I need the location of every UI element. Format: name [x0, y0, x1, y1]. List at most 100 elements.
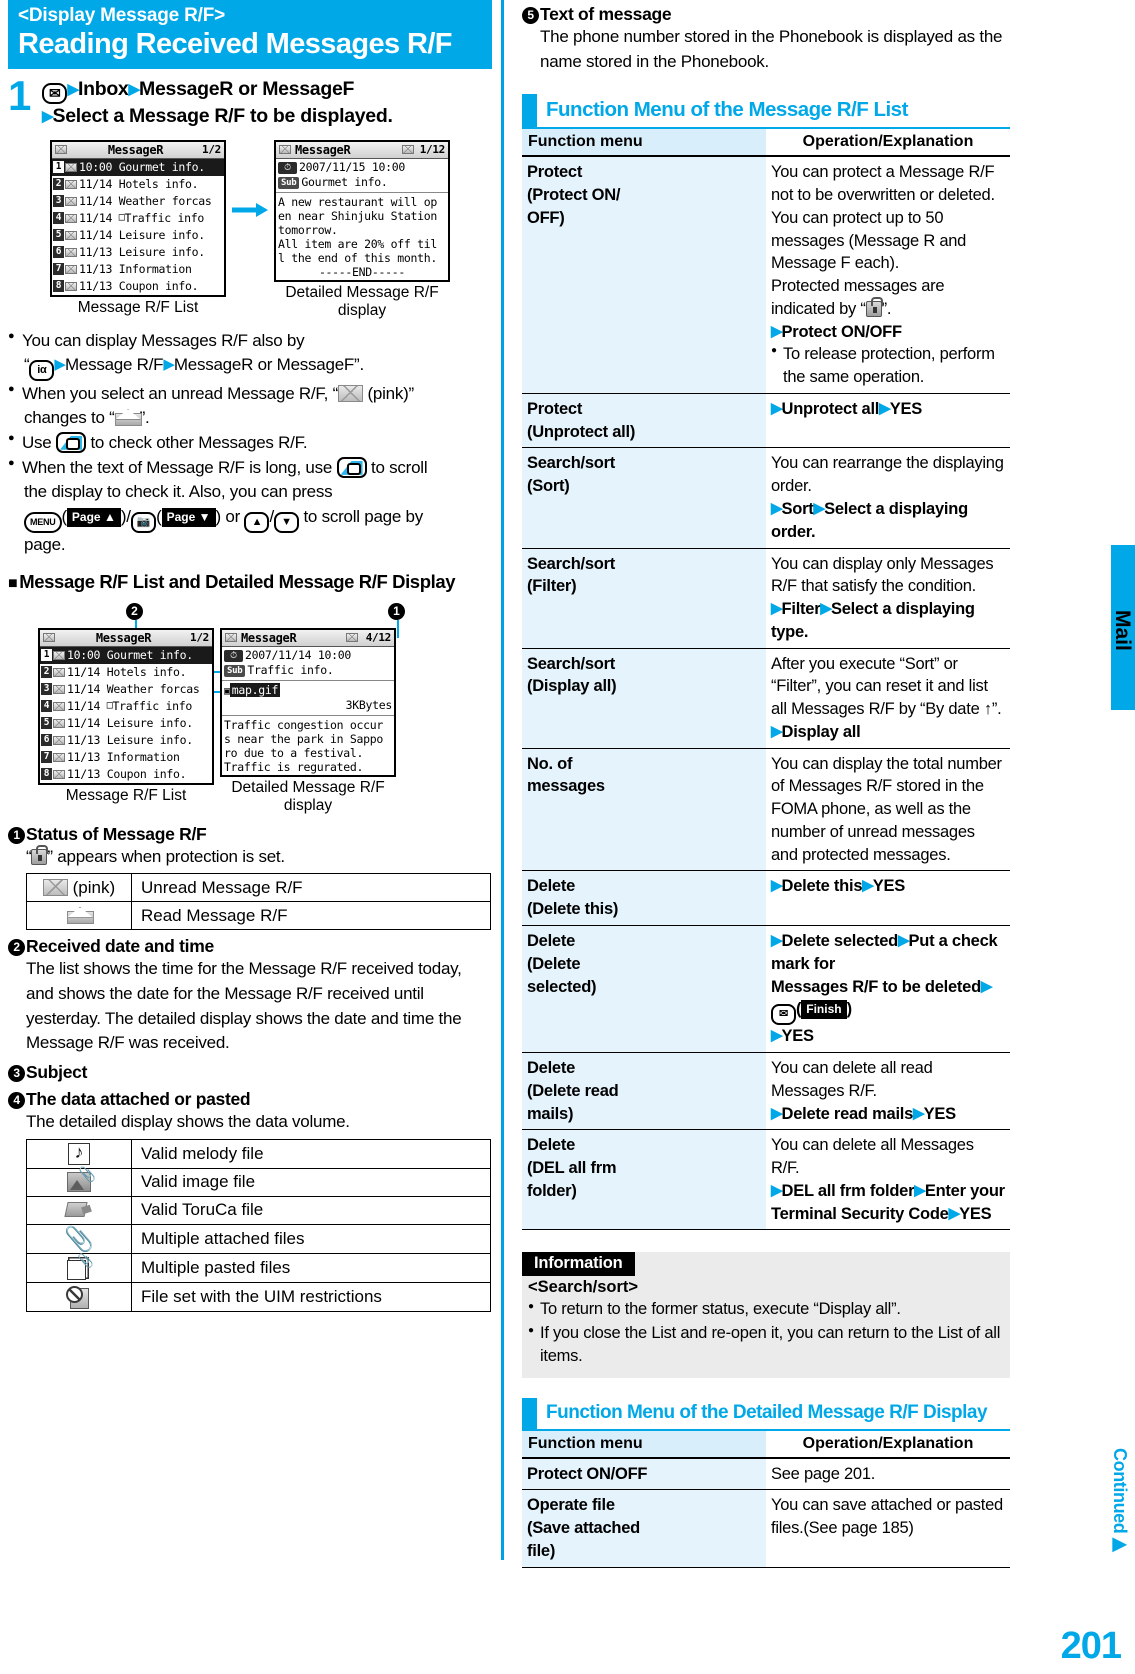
right-column: 5 Text of message The phone number stored…: [522, 0, 1010, 1568]
list-index: 6: [41, 734, 52, 747]
chapter-tab-label: Mail: [1111, 609, 1134, 651]
note-item: To release protection, perform the same …: [771, 343, 1005, 389]
menu-explanation-cell: You can protect a Message R/F not to be …: [766, 156, 1010, 394]
clock-icon: ⏱: [224, 649, 243, 662]
item-1-title: Status of Message R/F: [26, 823, 207, 844]
item-2-title: Received date and time: [26, 936, 214, 957]
callout-2-marker: 2: [126, 602, 143, 620]
callout-1-marker: 1: [388, 602, 405, 620]
attachment-icon-cell: 📎: [26, 1223, 132, 1254]
menu-line: (Protect ON/: [527, 186, 621, 205]
menu-line: Search/sort: [527, 454, 616, 473]
list-subject: Weather forcas: [106, 682, 200, 697]
body-end-marker: -----END-----: [318, 264, 406, 279]
manual-page: <Display Message R/F> Reading Received M…: [0, 0, 1135, 1674]
list-date: 11/14: [67, 699, 101, 714]
figure-caption: Detailed Message R/F display: [285, 283, 439, 320]
attachment-filename[interactable]: map.gif: [229, 682, 281, 697]
callout-2-marker: 2: [8, 939, 25, 957]
list-item[interactable]: 2 11/14 Hotels info.: [52, 176, 224, 193]
body-line: s near the park in Sappo: [224, 731, 383, 746]
list-subject: Traffic info: [124, 211, 204, 226]
attachment-label-cell: Valid melody file: [131, 1138, 491, 1169]
list-item[interactable]: 7 11/13 Information: [52, 261, 224, 278]
list-item[interactable]: 6 11/13 Leisure info.: [52, 244, 224, 261]
list-item[interactable]: 8 11/13 Coupon info.: [40, 766, 212, 783]
list-item[interactable]: 4 11/14 □ Traffic info: [52, 210, 224, 227]
col-header-operation: Operation/Explanation: [766, 129, 1010, 158]
list-date: 11/14: [79, 228, 113, 243]
list-item[interactable]: 8 11/13 Coupon info.: [52, 278, 224, 295]
envelope-open-icon: [114, 409, 142, 427]
arrow-icon: ▶: [913, 1104, 925, 1122]
operation-step: ▶Filter▶Select a displaying type.: [771, 598, 1005, 644]
list-item[interactable]: 3 11/14 Weather forcas: [40, 681, 212, 698]
list-date: 10:00: [79, 160, 113, 175]
mail-key-icon: ✉: [42, 82, 68, 104]
screen-title: MessageR: [295, 142, 351, 157]
menu-name-cell: Delete (Delete this): [522, 870, 766, 927]
list-item[interactable]: 1 10:00 Gourmet info.: [52, 158, 224, 176]
list-item[interactable]: 4 11/14 □ Traffic info: [40, 698, 212, 715]
arrow-icon: ▶: [820, 600, 832, 618]
list-subject: Hotels info.: [106, 665, 187, 680]
explanation-text: Protected messages are indicated by “: [771, 277, 945, 318]
list-item[interactable]: 5 11/14 Leisure info.: [52, 227, 224, 244]
list-item[interactable]: 6 11/13 Leisure info.: [40, 732, 212, 749]
item-4-text: The detailed display shows the data volu…: [26, 1111, 350, 1131]
table-row: Multiple pasted files: [26, 1252, 491, 1283]
list-index: 3: [53, 195, 64, 208]
operation-label: Display all: [781, 722, 861, 741]
step-select-label: Select a Message R/F to be displayed.: [52, 104, 393, 127]
list-item[interactable]: 5 11/14 Leisure info.: [40, 715, 212, 732]
operation-label: YES: [959, 1204, 992, 1223]
list-subject: Gourmet info.: [118, 160, 205, 175]
detail-attachment: ▣ map.gif 3KBytes: [222, 682, 394, 714]
screen-title: MessageR: [241, 630, 297, 645]
icon-note: (pink): [72, 877, 116, 897]
item-4-title: The data attached or pasted: [26, 1088, 251, 1109]
explanation-line: You can display only Messages R/F that s…: [771, 554, 994, 596]
phone-screen-list-2: MessageR 1/2 1 10:00 Gourmet info. 2 11/14…: [38, 627, 214, 785]
operation-step: ▶Unprotect all▶YES: [771, 398, 1005, 421]
list-index: 8: [41, 768, 52, 781]
operation-label: YES: [889, 399, 923, 418]
operation-step: ▶YES: [771, 1025, 1005, 1048]
list-subject: Information: [106, 750, 180, 765]
menu-explanation-cell: You can rearrange the displaying order. …: [766, 447, 1010, 549]
list-subject: Leisure info.: [106, 733, 193, 748]
note-text-continued: the display to check it. Also, you can p…: [24, 482, 333, 502]
note-text: to scroll: [366, 458, 428, 478]
detail-subject: Traffic info.: [247, 662, 334, 677]
notes-list-top: You can display Messages R/F also by “iα…: [8, 329, 492, 557]
menu-line: (DEL all frm: [527, 1159, 617, 1178]
chapter-title: Reading Received Messages R/F: [18, 27, 452, 60]
list-item[interactable]: 2 11/14 Hotels info.: [40, 664, 212, 681]
body-line: ro due to a festival.: [224, 745, 364, 760]
body-line: All item are 20% off til: [278, 236, 437, 251]
menu-line: messages: [527, 777, 605, 796]
attachment-icon-cell: [26, 1252, 132, 1283]
list-item[interactable]: 1 10:00 Gourmet info.: [40, 646, 212, 664]
information-box: Information <Search/sort> To return to t…: [522, 1252, 1010, 1378]
list-item[interactable]: 3 11/14 Weather forcas: [52, 193, 224, 210]
callout-4-marker: 4: [8, 1091, 25, 1109]
note-text: to scroll page by: [298, 506, 423, 526]
screen-titlebar: MessageR 4/12: [222, 629, 394, 647]
list-index: 1: [53, 161, 64, 174]
envelope-icon: [65, 179, 77, 189]
note-text: Use: [22, 433, 56, 453]
section-title: Function Menu of the Detailed Message R/…: [546, 1401, 988, 1423]
item-1-body: ” appears when protection is set.: [47, 846, 285, 866]
melody-file-icon: [68, 1142, 90, 1165]
heading-bar: [522, 1397, 537, 1429]
menu-line: OFF): [527, 208, 565, 227]
list-date: 11/13: [79, 262, 113, 277]
item-2-heading: 2 Received date and time: [8, 936, 492, 957]
list-item[interactable]: 7 11/13 Information: [40, 749, 212, 766]
arrow-icon: ▶: [67, 80, 79, 98]
mail-indicator-icon: [279, 145, 291, 155]
envelope-icon: [53, 735, 65, 745]
page-down-tag: Page ▼: [161, 507, 216, 527]
table-row: Operate file (Save attached file) You ca…: [522, 1489, 1010, 1568]
